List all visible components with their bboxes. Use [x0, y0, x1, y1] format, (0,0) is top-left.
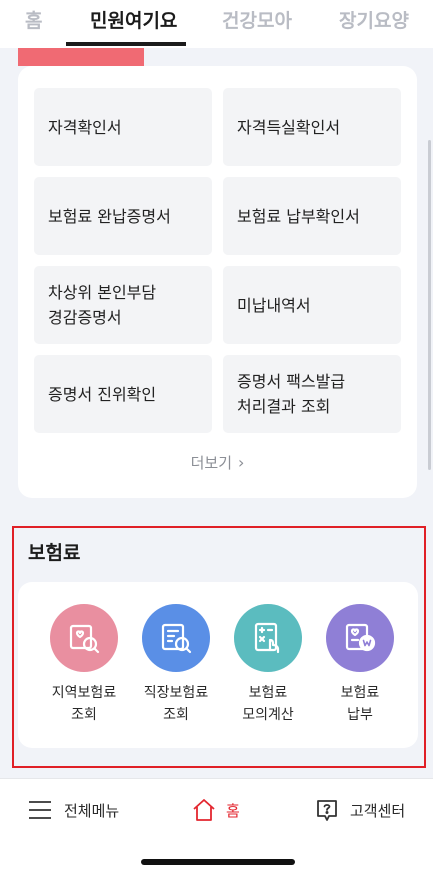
regional-insurance-button[interactable]: 지역보험료 조회	[39, 604, 129, 726]
regional-insurance-label: 지역보험료 조회	[51, 685, 117, 723]
top-tab-bar: 홈 민원여기요 건강모아 장기요양	[0, 0, 433, 48]
insurance-payment-label: 보험료 납부	[340, 685, 380, 723]
insurance-card: 지역보험료 조회 직장보험료 조회 보험료 모의계산 보험료 납부	[18, 582, 418, 748]
regional-insurance-search-icon	[50, 604, 118, 672]
nav-all-menu[interactable]: 전체메뉴	[28, 795, 119, 825]
workplace-insurance-search-icon	[142, 604, 210, 672]
bottom-navigation: 전체메뉴 홈 고객센터	[0, 778, 433, 874]
scrollbar[interactable]	[428, 140, 431, 470]
calculator-icon	[234, 604, 302, 672]
cert-qualification[interactable]: 자격확인서	[34, 88, 212, 166]
tab-long-term-care[interactable]: 장기요양	[339, 6, 409, 40]
nav-customer-center[interactable]: 고객센터	[316, 795, 405, 825]
home-icon	[193, 799, 215, 821]
insurance-calculator-label: 보험료 모의계산	[242, 685, 294, 723]
cert-authenticity-check[interactable]: 증명서 진위확인	[34, 355, 212, 433]
nav-home[interactable]: 홈	[192, 795, 240, 825]
tab-civil-service[interactable]: 민원여기요	[90, 6, 177, 40]
cert-fax-result[interactable]: 증명서 팩스발급 처리결과 조회	[223, 355, 401, 433]
tab-health[interactable]: 건강모아	[222, 6, 292, 40]
accent-bar	[18, 48, 144, 66]
home-indicator	[141, 859, 295, 865]
active-tab-underline	[66, 42, 186, 46]
nav-all-menu-label: 전체메뉴	[64, 801, 120, 820]
certificate-card: 자격확인서 자격득실확인서 보험료 완납증명서 보험료 납부확인서 차상위 본인…	[18, 66, 417, 498]
nav-home-label: 홈	[226, 801, 240, 820]
workplace-insurance-button[interactable]: 직장보험료 조회	[131, 604, 221, 726]
cert-copay-reduction[interactable]: 차상위 본인부담 경감증명서	[34, 266, 212, 344]
chevron-right-icon: ›	[238, 453, 245, 472]
cert-unpaid-details[interactable]: 미납내역서	[223, 266, 401, 344]
more-link-label: 더보기	[190, 454, 232, 472]
insurance-section: 보험료 지역보험료 조회 직장보험료 조회 보험료 모의계산 보험료 납부	[12, 526, 426, 768]
insurance-calculator-button[interactable]: 보험료 모의계산	[223, 604, 313, 726]
insurance-payment-button[interactable]: 보험료 납부	[315, 604, 405, 726]
more-link[interactable]: 더보기 ›	[18, 452, 417, 473]
payment-icon	[326, 604, 394, 672]
help-question-icon	[317, 800, 337, 821]
cert-full-payment[interactable]: 보험료 완납증명서	[34, 177, 212, 255]
workplace-insurance-label: 직장보험료 조회	[143, 685, 209, 723]
nav-customer-center-label: 고객센터	[350, 801, 406, 820]
cert-payment-confirmation[interactable]: 보험료 납부확인서	[223, 177, 401, 255]
cert-qualification-history[interactable]: 자격득실확인서	[223, 88, 401, 166]
tab-home[interactable]: 홈	[25, 6, 42, 40]
section-title: 보험료	[28, 542, 81, 564]
hamburger-menu-icon	[29, 801, 51, 819]
